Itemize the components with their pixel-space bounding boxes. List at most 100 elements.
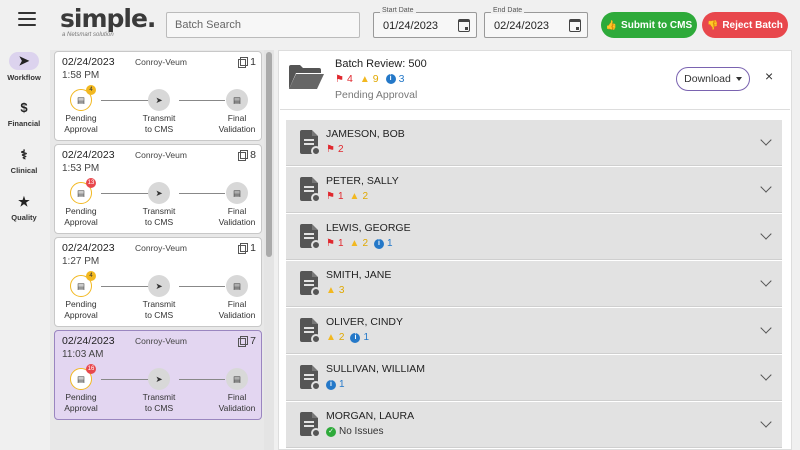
batch-status: Pending Approval — [335, 89, 418, 101]
patient-document-icon — [300, 130, 321, 156]
document-icon: ▤ — [226, 182, 248, 204]
warning-count: 3 — [338, 285, 345, 296]
patient-row[interactable]: SMITH, JANE ▲ 3 — [286, 261, 782, 307]
nav-item-workflow[interactable]: ➤ Workflow — [0, 52, 48, 82]
step-label: Validation — [218, 403, 256, 413]
batch-issue-counts: ⚑ 4 ▲ 9 i3 — [335, 73, 404, 85]
nav-label: Financial — [7, 119, 41, 128]
step-label: Pending — [65, 299, 97, 309]
star-icon: ★ — [18, 194, 30, 209]
chevron-down-icon[interactable] — [760, 322, 772, 334]
patient-row[interactable]: JAMESON, BOB ⚑ 2 — [286, 120, 782, 166]
menu-icon[interactable] — [18, 12, 36, 26]
nav-item-quality[interactable]: ★ Quality — [0, 194, 48, 222]
folder-icon — [289, 65, 324, 89]
warning-count: 9 — [372, 73, 379, 85]
check-circle-icon: ✓ — [326, 426, 336, 437]
step-label: Pending — [65, 206, 97, 216]
batch-time: 11:03 AM — [62, 349, 104, 360]
patient-issue-counts: i1 — [326, 379, 345, 390]
issue-badge: 4 — [86, 85, 96, 95]
patient-issue-counts: ✓ No Issues — [326, 426, 383, 437]
step-label: to CMS — [144, 403, 174, 413]
thumbs-up-icon: 👍 — [605, 19, 618, 30]
end-date-field[interactable]: End Date 02/24/2023 — [484, 7, 588, 38]
calendar-icon[interactable] — [458, 19, 470, 32]
step-label: Transmit — [142, 113, 176, 123]
info-count: 3 — [398, 73, 405, 85]
info-count: 1 — [339, 379, 345, 390]
step-label: Final — [227, 206, 247, 216]
patient-row[interactable]: LEWIS, GEORGE ⚑ 1 ▲ 2 i1 — [286, 214, 782, 260]
patient-issue-counts: ⚑ 2 — [326, 144, 344, 155]
download-button[interactable]: Download — [676, 67, 750, 91]
info-icon: i — [374, 238, 384, 249]
patient-name: SULLIVAN, WILLIAM — [326, 363, 426, 375]
nav-item-clinical[interactable]: ⚕ Clinical — [0, 147, 48, 175]
nav-item-financial[interactable]: $ Financial — [0, 100, 48, 128]
start-date-field[interactable]: Start Date 01/24/2023 — [373, 7, 477, 38]
patient-row[interactable]: SULLIVAN, WILLIAM i1 — [286, 355, 782, 401]
flag-count: 4 — [346, 73, 353, 85]
batch-card[interactable]: 02/24/2023 1:53 PM Conroy-Veum 8 ▤ 13 Pen… — [54, 144, 262, 234]
dollar-icon: $ — [20, 100, 28, 115]
patient-name: SMITH, JANE — [326, 269, 392, 281]
step-pending-approval: ▤ 4 Pending Approval — [51, 85, 111, 135]
chevron-down-icon[interactable] — [760, 181, 772, 193]
batch-org: Conroy-Veum — [135, 336, 187, 346]
batch-card[interactable]: 02/24/2023 1:58 PM Conroy-Veum 1 ▤ 4 Pend… — [54, 51, 262, 141]
paper-plane-icon: ➤ — [148, 182, 170, 204]
count-value: 1 — [250, 56, 256, 68]
step-label: Final — [227, 299, 247, 309]
patient-issue-counts: ▲ 2 i1 — [326, 332, 369, 343]
patient-document-icon — [300, 412, 321, 438]
issue-badge: 4 — [86, 271, 96, 281]
patient-row[interactable]: OLIVER, CINDY ▲ 2 i1 — [286, 308, 782, 354]
copy-icon — [238, 243, 249, 254]
step-pending-approval: ▤ 4 Pending Approval — [51, 271, 111, 321]
patient-document-icon — [300, 365, 321, 391]
step-label: Approval — [64, 124, 98, 134]
submit-to-cms-button[interactable]: 👍 Submit to CMS — [601, 12, 697, 38]
batch-review-title: Batch Review: 500 — [335, 58, 427, 70]
patient-name: LEWIS, GEORGE — [326, 222, 411, 234]
batch-count: 7 — [238, 335, 256, 347]
start-date-value: 01/24/2023 — [383, 20, 439, 32]
step-final-validation: ▤ Final Validation — [207, 182, 267, 228]
document-icon: ▤ 16 — [70, 364, 96, 390]
step-final-validation: ▤ Final Validation — [207, 89, 267, 135]
chevron-down-icon[interactable] — [760, 275, 772, 287]
patient-row[interactable]: MORGAN, LAURA ✓ No Issues — [286, 402, 782, 448]
batch-search-input[interactable] — [166, 12, 360, 38]
step-label: Validation — [218, 310, 256, 320]
warning-icon: ▲ — [349, 238, 360, 249]
batch-org: Conroy-Veum — [135, 243, 187, 253]
step-label: Final — [227, 113, 247, 123]
reject-batch-button[interactable]: 👎 Reject Batch — [702, 12, 788, 38]
batch-time: 1:58 PM — [62, 70, 100, 81]
chevron-down-icon[interactable] — [760, 416, 772, 428]
end-date-label: End Date — [491, 7, 525, 14]
flag-icon: ⚑ — [335, 73, 344, 85]
paper-plane-icon: ➤ — [148, 89, 170, 111]
patient-document-icon — [300, 271, 321, 297]
copy-icon — [238, 150, 249, 161]
patient-row[interactable]: PETER, SALLY ⚑ 1 ▲ 2 — [286, 167, 782, 213]
step-label: Approval — [64, 310, 98, 320]
batch-card-selected[interactable]: 02/24/2023 11:03 AM Conroy-Veum 7 ▤ 16 Pe… — [54, 330, 262, 420]
step-label: to CMS — [144, 217, 174, 227]
close-icon[interactable]: × — [765, 68, 773, 84]
chevron-down-icon[interactable] — [760, 134, 772, 146]
patient-issue-counts: ▲ 3 — [326, 285, 344, 296]
chevron-down-icon[interactable] — [760, 369, 772, 381]
flag-count: 2 — [337, 144, 344, 155]
issue-badge: 13 — [86, 178, 96, 188]
paper-plane-icon: ➤ — [148, 368, 170, 390]
start-date-label: Start Date — [380, 7, 416, 14]
calendar-icon[interactable] — [569, 19, 581, 32]
chevron-down-icon[interactable] — [760, 228, 772, 240]
step-label: Final — [227, 392, 247, 402]
patient-issue-counts: ⚑ 1 ▲ 2 — [326, 191, 368, 202]
batch-card[interactable]: 02/24/2023 1:27 PM Conroy-Veum 1 ▤ 4 Pend… — [54, 237, 262, 327]
stethoscope-icon: ⚕ — [20, 147, 28, 162]
